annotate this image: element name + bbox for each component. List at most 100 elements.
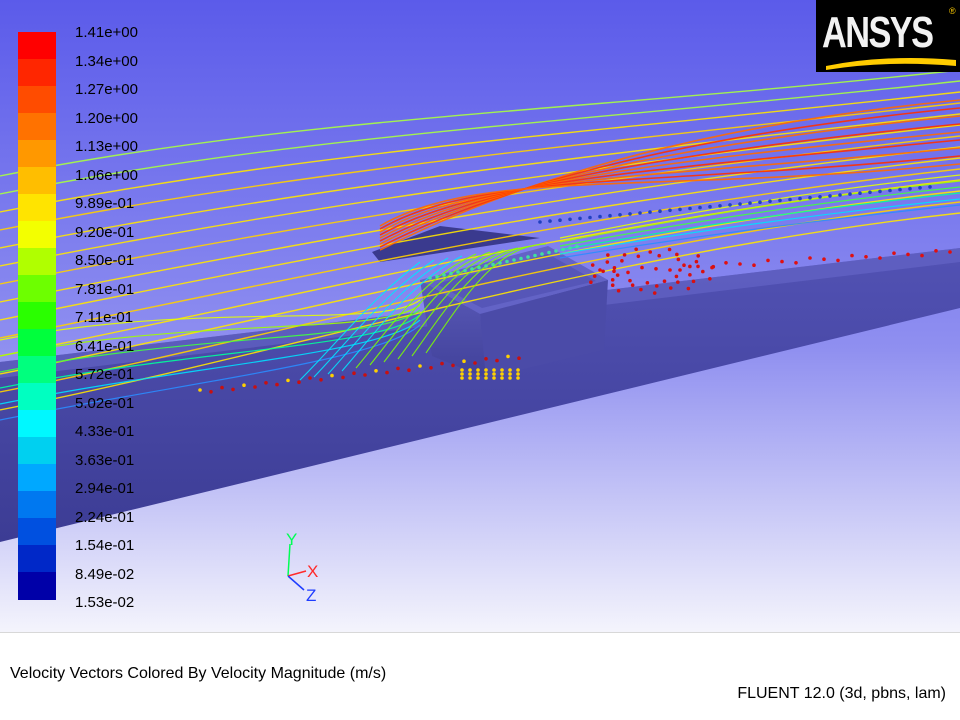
vector-marker <box>808 256 812 260</box>
vector-marker <box>667 247 672 252</box>
vector-marker <box>598 268 602 272</box>
vector-marker <box>473 361 477 365</box>
vector-marker <box>505 259 509 264</box>
vector-marker <box>554 249 558 253</box>
vector-marker <box>484 264 488 268</box>
vector-marker <box>484 372 488 376</box>
colormap-band <box>18 545 56 573</box>
vector-marker <box>778 198 782 203</box>
vector-marker <box>495 358 499 363</box>
vector-marker <box>492 376 496 380</box>
vector-marker <box>440 361 444 366</box>
vector-marker <box>418 364 422 368</box>
vector-marker <box>601 269 605 274</box>
vector-marker <box>477 265 481 270</box>
colormap-band <box>18 464 56 492</box>
vector-marker <box>456 270 460 274</box>
vector-marker <box>920 253 924 258</box>
vector-marker <box>675 252 679 257</box>
graphics-viewport[interactable]: 1.41e+00 1.34e+00 1.27e+00 1.20e+00 1.13e+00… <box>0 0 960 632</box>
vector-marker <box>428 276 432 280</box>
colormap-label: 5.72e-01 <box>75 366 135 383</box>
colormap-band <box>18 329 56 357</box>
vector-marker <box>766 258 770 263</box>
vector-marker <box>538 220 542 224</box>
vector-marker <box>508 372 512 376</box>
vector-marker <box>575 244 579 249</box>
vector-marker <box>657 253 661 258</box>
vector-marker <box>748 201 752 205</box>
vector-marker <box>888 188 892 193</box>
colormap-label: 3.63e-01 <box>75 451 135 469</box>
vector-marker <box>592 274 597 278</box>
vector-marker <box>462 359 466 364</box>
vector-marker <box>352 371 356 376</box>
colormap-label: 1.34e+00 <box>75 52 138 70</box>
vector-marker <box>253 385 257 389</box>
colormap-label: 1.54e-01 <box>75 537 135 554</box>
axis-label-x: X <box>307 562 319 581</box>
vector-marker <box>864 254 868 259</box>
vector-marker <box>516 372 520 376</box>
colormap-label: 9.89e-01 <box>75 195 135 212</box>
colormap-band <box>18 167 56 195</box>
plot-caption: Velocity Vectors Colored By Velocity Mag… <box>10 665 387 682</box>
colormap-label: 6.41e-01 <box>75 337 135 355</box>
vector-marker <box>492 368 496 372</box>
logo-registered-mark: ® <box>949 6 956 16</box>
vector-marker <box>374 369 378 373</box>
colormap-label: 4.33e-01 <box>75 423 135 440</box>
caption-bar: Velocity Vectors Colored By Velocity Mag… <box>0 632 960 720</box>
ansys-logo: ANSYS ® <box>816 0 960 72</box>
vector-marker <box>363 373 367 377</box>
colormap-label: 9.20e-01 <box>75 223 135 241</box>
vector-marker <box>682 263 686 268</box>
colormap-band <box>18 59 56 87</box>
vector-marker <box>449 271 453 276</box>
colormap-band <box>18 302 56 330</box>
vector-marker <box>308 376 312 380</box>
vector-marker <box>738 262 742 266</box>
vector-marker <box>500 368 504 372</box>
vector-marker <box>676 280 680 284</box>
vector-marker <box>242 383 246 388</box>
vector-marker <box>608 213 612 218</box>
vector-marker <box>547 250 551 255</box>
vector-marker <box>297 380 301 385</box>
vector-marker <box>526 255 530 259</box>
vector-marker <box>568 217 572 222</box>
vector-marker <box>658 209 662 213</box>
vector-marker <box>451 363 455 368</box>
vector-marker <box>548 219 552 223</box>
vector-marker <box>558 218 562 222</box>
vector-marker <box>630 283 635 288</box>
vector-marker <box>533 253 537 258</box>
vector-marker <box>612 269 616 274</box>
vector-marker <box>508 368 512 372</box>
fluent-graphics-window: 1.41e+00 1.34e+00 1.27e+00 1.20e+00 1.13e+00… <box>0 0 960 720</box>
vector-marker <box>636 254 641 259</box>
vector-marker <box>678 207 682 212</box>
vector-marker <box>892 251 896 255</box>
vector-marker <box>484 357 488 361</box>
vector-marker <box>878 256 882 260</box>
vector-marker <box>654 267 658 271</box>
vector-marker <box>780 259 784 264</box>
colormap-label: 8.50e-01 <box>75 252 135 269</box>
vector-marker <box>768 199 772 204</box>
colormap-band <box>18 437 56 465</box>
vector-marker <box>676 257 681 262</box>
colormap-label: 1.20e+00 <box>75 109 138 127</box>
vector-marker <box>678 268 682 272</box>
vector-marker <box>738 202 742 206</box>
axis-label-z: Z <box>306 586 317 605</box>
vector-marker <box>698 205 702 210</box>
vector-marker <box>286 378 290 383</box>
vector-marker <box>396 366 400 371</box>
vector-marker <box>468 376 472 380</box>
vector-marker <box>460 368 464 372</box>
colormap-band <box>18 383 56 411</box>
vector-marker <box>209 390 213 394</box>
vector-marker <box>638 211 642 215</box>
vector-marker <box>639 287 643 292</box>
